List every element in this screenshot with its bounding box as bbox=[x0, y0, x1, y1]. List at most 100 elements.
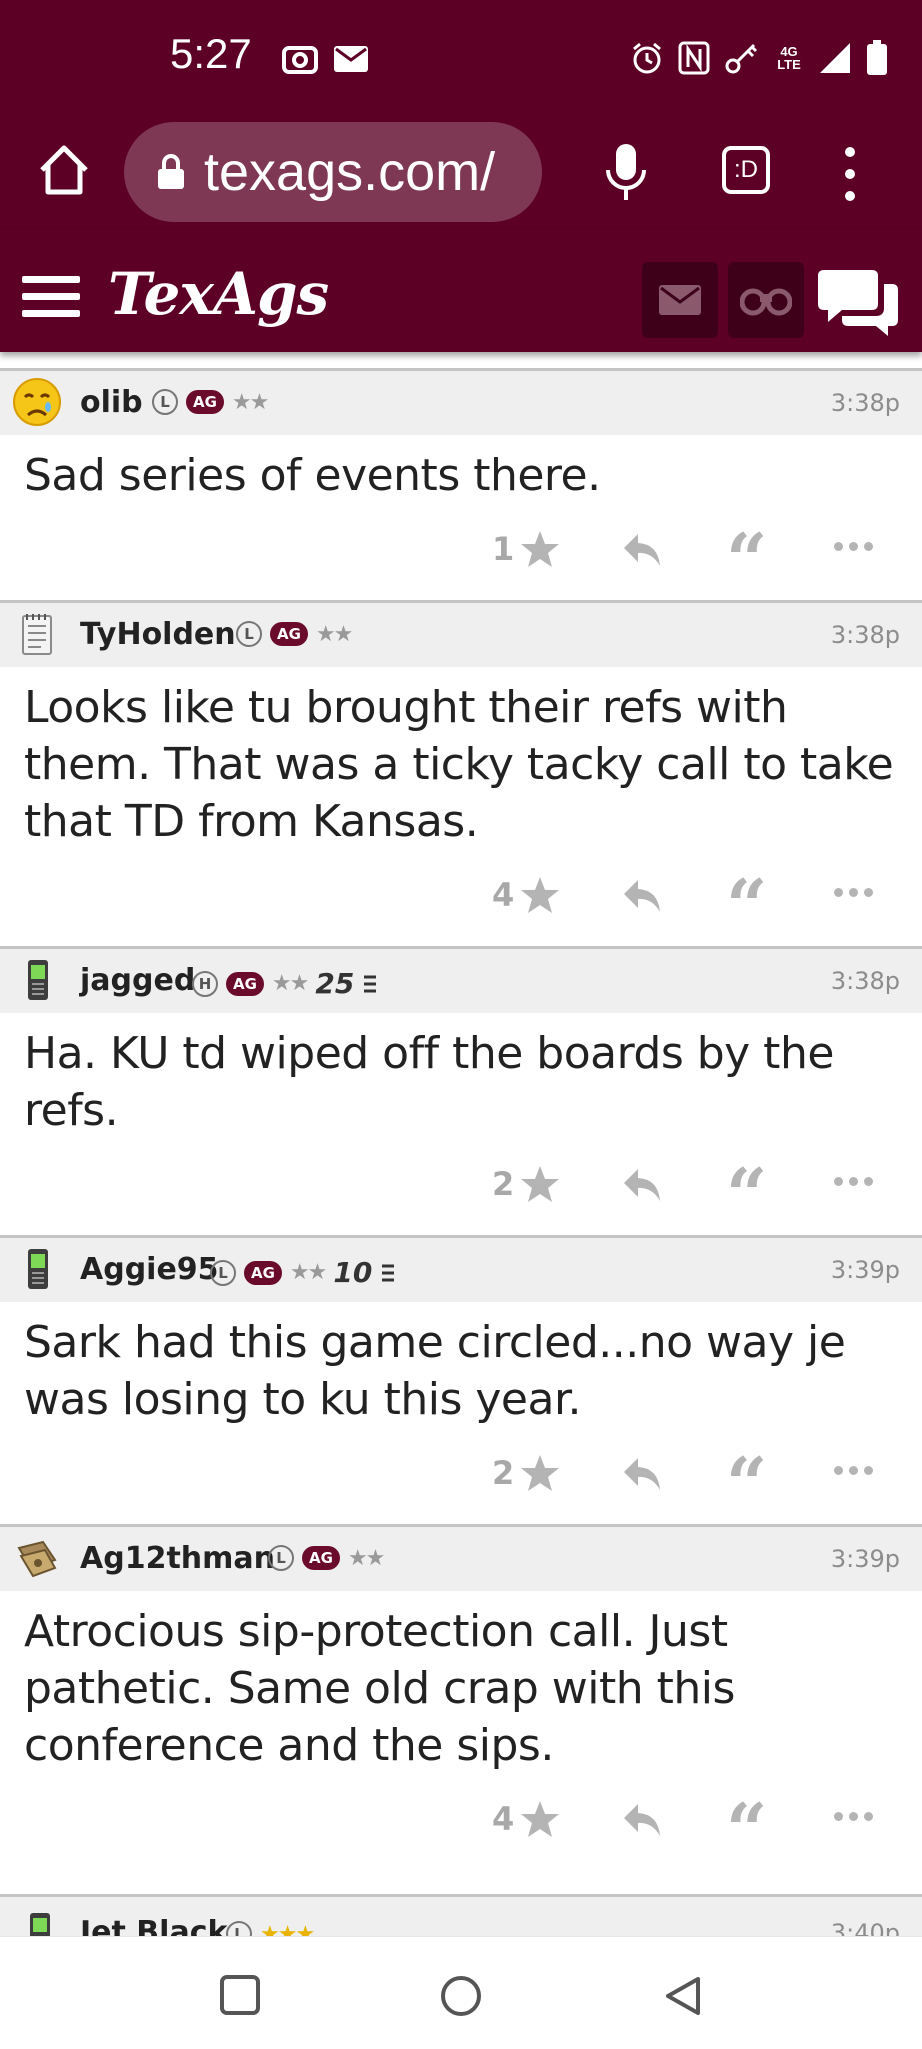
ag-badge: AG bbox=[302, 1546, 340, 1570]
instagram-icon bbox=[282, 46, 318, 74]
username[interactable]: Aggie95 bbox=[80, 1252, 219, 1287]
quote-icon[interactable]: “ bbox=[726, 876, 767, 920]
user-badges: H AG ★★ 25 bbox=[192, 967, 378, 1000]
home-circle-icon[interactable] bbox=[440, 1975, 482, 2017]
quote-icon[interactable]: “ bbox=[726, 530, 767, 574]
quote-icon[interactable]: “ bbox=[726, 1800, 767, 1844]
site-logo[interactable]: TexAgs bbox=[108, 260, 329, 328]
post-body: Sad series of events there. bbox=[24, 450, 601, 501]
post-time: 3:38p bbox=[830, 967, 900, 995]
class-badge: H bbox=[192, 970, 218, 997]
status-time: 5:27 bbox=[170, 30, 252, 77]
post-body: Sark had this game circled...no way je w… bbox=[24, 1317, 846, 1425]
rating-stars: ★★ bbox=[231, 389, 269, 415]
like-button[interactable]: 2 bbox=[492, 1165, 560, 1203]
quote-icon[interactable]: “ bbox=[726, 1454, 767, 1498]
like-button[interactable]: 4 bbox=[492, 876, 560, 914]
sad-face-icon[interactable] bbox=[12, 377, 62, 427]
reply-icon[interactable] bbox=[622, 1802, 662, 1838]
home-icon[interactable] bbox=[36, 142, 92, 198]
class-badge: L bbox=[236, 621, 262, 647]
hamburger-icon[interactable] bbox=[22, 276, 80, 320]
post-body: Looks like tu brought their refs with th… bbox=[24, 682, 894, 847]
rank-number: 10 bbox=[333, 1256, 373, 1289]
username[interactable]: jagged bbox=[80, 963, 195, 998]
key-icon bbox=[725, 43, 758, 74]
chat-icon[interactable] bbox=[818, 266, 898, 338]
tabs-label: :D bbox=[734, 156, 758, 183]
post-actions: 4 “ bbox=[0, 850, 922, 946]
reply-icon[interactable] bbox=[622, 1167, 662, 1203]
post-header: Ag12thman L AG ★★ 3:39p bbox=[0, 1527, 922, 1591]
post-time: 3:39p bbox=[830, 1545, 900, 1573]
post-header: olib L AG ★★ 3:38p bbox=[0, 371, 922, 435]
phone-icon bbox=[24, 1911, 54, 1939]
phone-icon[interactable] bbox=[12, 1244, 62, 1294]
battery-icon bbox=[867, 40, 887, 75]
reply-icon[interactable] bbox=[622, 1456, 662, 1492]
ag-badge: AG bbox=[270, 622, 308, 646]
alarm-icon bbox=[633, 42, 661, 74]
class-badge: L bbox=[210, 1259, 236, 1286]
post-actions: 2 “ bbox=[0, 1139, 922, 1235]
tabs-button[interactable]: :D bbox=[722, 146, 770, 194]
header-mail-button[interactable] bbox=[642, 262, 718, 338]
post-body: Ha. KU td wiped off the boards by the re… bbox=[24, 1028, 834, 1136]
more-horiz-icon[interactable] bbox=[834, 1812, 873, 1821]
post-actions: 4 “ bbox=[0, 1774, 922, 1870]
like-count: 4 bbox=[492, 876, 515, 914]
post-actions: 1 “ bbox=[0, 504, 922, 600]
post-time: 3:39p bbox=[830, 1256, 900, 1284]
nfc-icon bbox=[678, 41, 710, 75]
post: olib L AG ★★ 3:38p Sad series of events … bbox=[0, 368, 922, 600]
post-header: jagged H AG ★★ 25 3:38p bbox=[0, 949, 922, 1013]
rating-stars: ★★ bbox=[289, 1260, 327, 1285]
address-bar[interactable]: texags.com/ bbox=[124, 122, 542, 222]
phone-icon[interactable] bbox=[12, 955, 62, 1005]
more-horiz-icon[interactable] bbox=[834, 1177, 873, 1186]
rank-bars-icon bbox=[382, 1264, 395, 1281]
more-horiz-icon[interactable] bbox=[834, 888, 873, 897]
like-button[interactable]: 2 bbox=[492, 1454, 560, 1492]
ag-badge: AG bbox=[226, 971, 264, 996]
browser-toolbar: texags.com/ :D bbox=[0, 118, 922, 230]
mic-icon[interactable] bbox=[604, 142, 648, 202]
class-badge: L bbox=[152, 389, 178, 415]
more-horiz-icon[interactable] bbox=[834, 542, 873, 551]
ag-badge: AG bbox=[244, 1260, 282, 1285]
rating-stars: ★★ bbox=[315, 621, 353, 647]
username[interactable]: olib bbox=[80, 385, 143, 420]
reply-icon[interactable] bbox=[622, 532, 662, 568]
signal-icon bbox=[820, 43, 850, 73]
url-text: texags.com/ bbox=[204, 142, 496, 202]
star-icon bbox=[521, 1801, 560, 1837]
like-button[interactable]: 1 bbox=[492, 530, 560, 568]
post-body: Atrocious sip-protection call. Just path… bbox=[24, 1606, 735, 1771]
post: jagged H AG ★★ 25 3:38p Ha. KU td wiped … bbox=[0, 946, 922, 1235]
reply-icon[interactable] bbox=[622, 878, 662, 914]
like-count: 4 bbox=[492, 1800, 515, 1838]
network-type: 4G LTE bbox=[777, 44, 801, 72]
username[interactable]: TyHolden bbox=[80, 617, 236, 652]
rank-number: 25 bbox=[315, 967, 355, 1000]
header-binoculars-button[interactable] bbox=[728, 262, 804, 338]
post: Ag12thman L AG ★★ 3:39p Atrocious sip-pr… bbox=[0, 1524, 922, 1870]
ag-badge: AG bbox=[186, 390, 224, 414]
post-header: TyHolden L AG ★★ 3:38p bbox=[0, 603, 922, 667]
username[interactable]: Ag12thman bbox=[80, 1541, 275, 1576]
post-time: 3:38p bbox=[830, 621, 900, 649]
money-icon[interactable] bbox=[12, 1533, 62, 1583]
more-horiz-icon[interactable] bbox=[834, 1466, 873, 1475]
mail-icon bbox=[659, 285, 701, 315]
notepad-icon[interactable] bbox=[12, 609, 62, 659]
like-button[interactable]: 4 bbox=[492, 1800, 560, 1838]
like-count: 1 bbox=[492, 530, 515, 568]
quote-icon[interactable]: “ bbox=[726, 1165, 767, 1209]
more-vert-icon[interactable] bbox=[836, 142, 864, 206]
like-count: 2 bbox=[492, 1165, 515, 1203]
back-icon[interactable] bbox=[662, 1975, 702, 2017]
binoculars-icon bbox=[740, 288, 792, 316]
post: Aggie95 L AG ★★ 10 3:39p Sark had this g… bbox=[0, 1235, 922, 1524]
recent-apps-icon[interactable] bbox=[220, 1975, 260, 2015]
star-icon bbox=[521, 877, 560, 913]
